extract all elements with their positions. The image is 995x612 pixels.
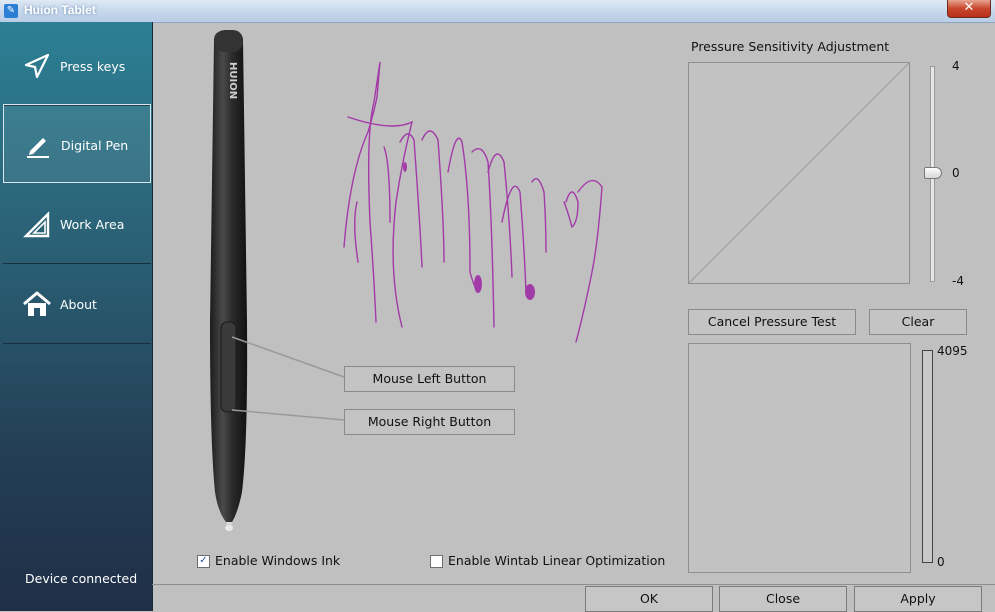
window-title: Huion Tablet	[24, 3, 96, 17]
sidebar-item-work-area[interactable]: Work Area	[3, 184, 151, 264]
clear-button[interactable]: Clear	[869, 309, 967, 335]
title-bar: ✎ Huion Tablet ✕	[0, 0, 995, 23]
close-button[interactable]: Close	[719, 586, 847, 612]
pen-brand: HUION	[227, 62, 238, 99]
sidebar: Press keys Digital Pen Work Area About D…	[0, 22, 153, 611]
apply-button[interactable]: Apply	[854, 586, 982, 612]
mouse-right-button-select[interactable]: Mouse Right Button	[344, 409, 515, 435]
slider-value-label: 0	[952, 166, 960, 180]
wintab-linear-checkbox[interactable]	[430, 555, 443, 568]
pen-body	[210, 30, 248, 522]
pressure-section-title: Pressure Sensitivity Adjustment	[691, 39, 890, 54]
cancel-pressure-test-button[interactable]: Cancel Pressure Test	[688, 309, 856, 335]
pressure-slider-thumb[interactable]	[924, 167, 942, 179]
sidebar-item-about[interactable]: About	[3, 264, 151, 344]
signature-strokes	[343, 61, 603, 343]
window-close-button[interactable]: ✕	[947, 0, 991, 18]
triangle-ruler-icon	[23, 211, 50, 238]
sidebar-item-label: About	[60, 297, 97, 312]
pressure-curve-graph	[688, 62, 910, 284]
slider-max-label: 4	[952, 59, 960, 73]
wintab-linear-label: Enable Wintab Linear Optimization	[448, 553, 666, 568]
sidebar-item-label: Press keys	[60, 59, 126, 74]
meter-max-label: 4095	[937, 344, 968, 358]
footer-divider	[152, 584, 995, 585]
meter-min-label: 0	[937, 555, 945, 569]
windows-ink-checkbox[interactable]: ✓	[197, 555, 210, 568]
sidebar-item-label: Digital Pen	[61, 138, 129, 153]
device-status: Device connected	[25, 571, 138, 586]
pressure-test-area[interactable]	[688, 343, 911, 573]
send-icon	[24, 53, 50, 79]
windows-ink-label: Enable Windows Ink	[215, 553, 341, 568]
sidebar-item-label: Work Area	[60, 217, 125, 232]
pen-icon	[27, 138, 49, 158]
sidebar-item-press-keys[interactable]: Press keys	[3, 26, 151, 106]
home-icon	[23, 291, 51, 316]
mouse-left-button-select[interactable]: Mouse Left Button	[344, 366, 515, 392]
ok-button[interactable]: OK	[585, 586, 713, 612]
pressure-meter	[922, 350, 933, 563]
sidebar-item-digital-pen[interactable]: Digital Pen	[3, 104, 151, 183]
pen-cap	[215, 30, 243, 52]
slider-min-label: -4	[952, 274, 964, 288]
pen-illustration: HUION	[210, 30, 603, 531]
app-pen-icon: ✎	[4, 4, 18, 18]
pen-side-button	[220, 321, 237, 413]
